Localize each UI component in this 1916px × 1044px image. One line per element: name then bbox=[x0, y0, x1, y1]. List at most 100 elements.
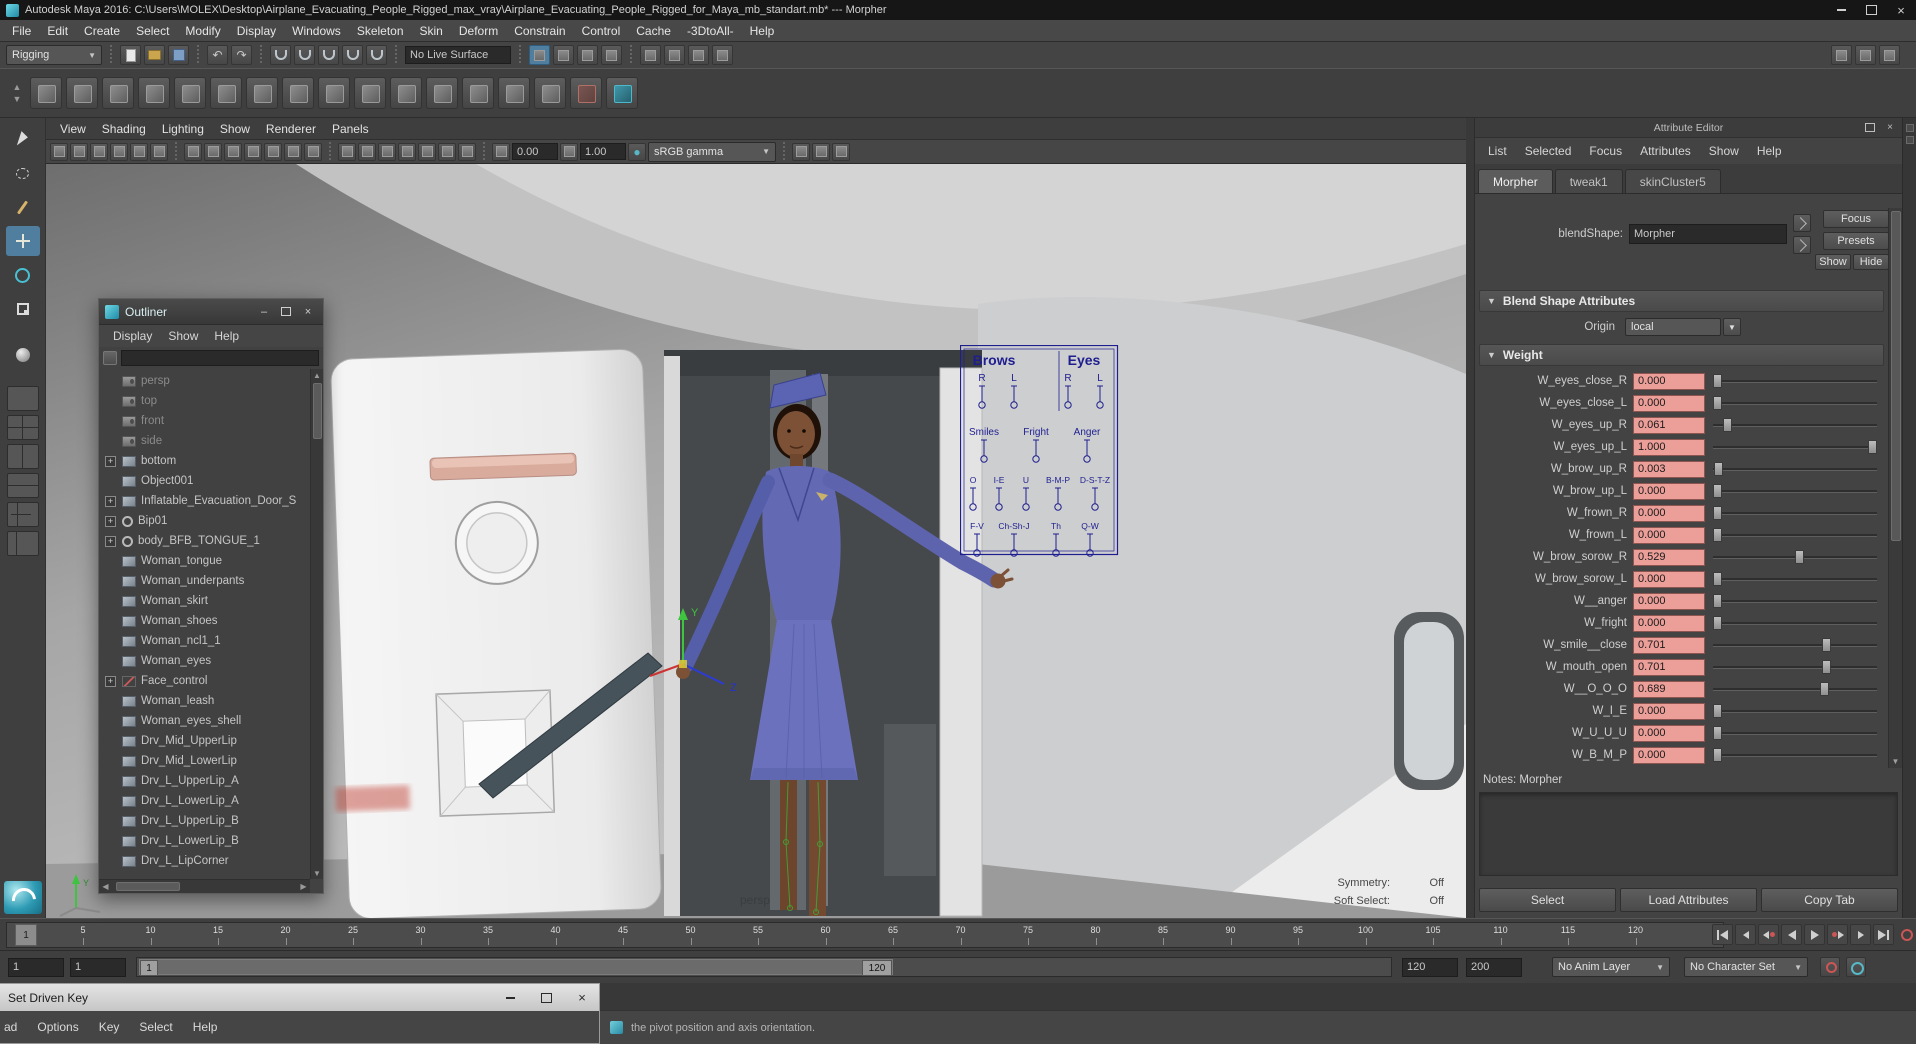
outliner-item-woman-tongue[interactable]: Woman_tongue bbox=[99, 551, 310, 571]
safe-title-icon[interactable] bbox=[304, 142, 322, 161]
anim-layer-dropdown[interactable]: No Anim Layer ▼ bbox=[1552, 957, 1670, 977]
menu-edit[interactable]: Edit bbox=[39, 20, 76, 42]
single-pane-layout-icon[interactable] bbox=[6, 386, 39, 411]
menu-select[interactable]: Select bbox=[128, 20, 177, 42]
go-start-icon[interactable] bbox=[1712, 924, 1733, 945]
play-backward-icon[interactable] bbox=[1781, 924, 1802, 945]
live-surface-field[interactable]: No Live Surface bbox=[405, 46, 511, 64]
weight-value-field[interactable] bbox=[1633, 636, 1705, 654]
snap-to-point-icon[interactable] bbox=[318, 45, 339, 65]
float-panel-icon[interactable] bbox=[1862, 120, 1878, 135]
scroll-down-icon[interactable]: ▼ bbox=[1892, 754, 1900, 768]
grid-icon[interactable] bbox=[184, 142, 202, 161]
attribute-editor-toggle-icon[interactable] bbox=[1831, 45, 1852, 65]
animation-start-field[interactable] bbox=[8, 957, 64, 977]
outliner-item-woman-eyes[interactable]: Woman_eyes bbox=[99, 651, 310, 671]
gamma-icon[interactable] bbox=[560, 142, 578, 161]
outliner-item-woman-underpants[interactable]: Woman_underpants bbox=[99, 571, 310, 591]
oversampling-icon[interactable] bbox=[150, 142, 168, 161]
gamma-field[interactable] bbox=[580, 143, 626, 160]
face-control-slider-handle[interactable] bbox=[1022, 503, 1030, 511]
redo-icon[interactable]: ↷ bbox=[231, 45, 252, 65]
time-slider-track[interactable]: 1 5 10 15 20 25 30 35 40 45 50 55 60 65 70 75 80 85 90 95 1… bbox=[6, 922, 1724, 948]
resolution-gate-icon[interactable] bbox=[224, 142, 242, 161]
face-control-slider-handle[interactable] bbox=[1032, 455, 1040, 463]
snap-to-grid-icon[interactable] bbox=[270, 45, 291, 65]
weight-value-field[interactable] bbox=[1633, 614, 1705, 632]
film-gate-icon[interactable] bbox=[204, 142, 222, 161]
menu-windows[interactable]: Windows bbox=[284, 20, 349, 42]
slider-handle[interactable] bbox=[1713, 616, 1722, 630]
expand-icon[interactable]: + bbox=[105, 535, 116, 547]
weight-slider[interactable] bbox=[1713, 548, 1877, 566]
menu-deform[interactable]: Deform bbox=[451, 20, 506, 42]
selection-mask-component-icon[interactable] bbox=[601, 45, 622, 65]
set-driven-key-icon[interactable] bbox=[534, 77, 566, 109]
field-chart-icon[interactable] bbox=[264, 142, 282, 161]
focus-button[interactable]: Focus bbox=[1823, 210, 1889, 228]
select-button[interactable]: Select bbox=[1479, 888, 1616, 912]
weight-value-field[interactable] bbox=[1633, 482, 1705, 500]
range-slider-track[interactable]: 1 120 bbox=[136, 957, 1392, 977]
menu-modify[interactable]: Modify bbox=[177, 20, 228, 42]
motion-blur-icon[interactable] bbox=[458, 142, 476, 161]
snap-to-curve-icon[interactable] bbox=[294, 45, 315, 65]
ae-menu-help[interactable]: Help bbox=[1748, 140, 1791, 162]
outliner-persp-layout-icon[interactable] bbox=[6, 531, 39, 556]
joint-tool-icon[interactable] bbox=[30, 77, 62, 109]
animation-end-field[interactable] bbox=[1466, 957, 1522, 977]
skin-bind-icon[interactable] bbox=[318, 77, 350, 109]
slider-handle[interactable] bbox=[1713, 748, 1722, 762]
color-management-icon[interactable]: ● bbox=[628, 142, 646, 161]
blendshape-name-field[interactable] bbox=[1629, 224, 1787, 244]
face-control-slider-handle[interactable] bbox=[1083, 455, 1091, 463]
face-control-board[interactable]: Brows Eyes R L R L Smiles Fright Anger O I-E U B-M-P… bbox=[960, 345, 1120, 557]
2d-pan-zoom-icon[interactable] bbox=[130, 142, 148, 161]
weight-value-field[interactable] bbox=[1633, 416, 1705, 434]
vp-menu-panels[interactable]: Panels bbox=[324, 118, 377, 140]
face-control-slider-handle[interactable] bbox=[980, 455, 988, 463]
maximize-icon[interactable] bbox=[277, 304, 295, 320]
animation-preferences-icon[interactable] bbox=[1846, 957, 1866, 977]
selection-mask-object-icon[interactable] bbox=[577, 45, 598, 65]
rotate-tool-icon[interactable] bbox=[6, 260, 40, 290]
close-icon[interactable]: × bbox=[1882, 120, 1898, 135]
highlight-selection-icon[interactable] bbox=[529, 45, 550, 65]
vp-menu-view[interactable]: View bbox=[52, 118, 94, 140]
isolate-select-icon[interactable] bbox=[792, 142, 810, 161]
outliner-item-drv-l-lowerlip-b[interactable]: Drv_L_LowerLip_B bbox=[99, 831, 310, 851]
bookmark-icon[interactable] bbox=[90, 142, 108, 161]
sdk-menu-help[interactable]: Help bbox=[183, 1020, 228, 1034]
outliner-item-drv-l-upperlip-b[interactable]: Drv_L_UpperLip_B bbox=[99, 811, 310, 831]
slider-handle[interactable] bbox=[1819, 682, 1829, 696]
right-dock-strip[interactable] bbox=[1902, 118, 1916, 918]
weight-value-field[interactable] bbox=[1633, 592, 1705, 610]
outliner-item-drv-l-lipcorner[interactable]: Drv_L_LipCorner bbox=[99, 851, 310, 871]
vp-menu-show[interactable]: Show bbox=[212, 118, 258, 140]
range-end-handle[interactable]: 120 bbox=[862, 960, 892, 976]
attribute-scrollbar[interactable]: ▼ bbox=[1888, 208, 1902, 768]
ae-menu-attributes[interactable]: Attributes bbox=[1631, 140, 1700, 162]
screen-space-ao-icon[interactable] bbox=[438, 142, 456, 161]
render-settings-icon[interactable] bbox=[712, 45, 733, 65]
sdk-menu-ad[interactable]: ad bbox=[2, 1020, 27, 1034]
outliner-titlebar[interactable]: Outliner – × bbox=[99, 299, 323, 325]
scale-tool-icon[interactable] bbox=[6, 294, 40, 324]
outliner-item-inflatable-evacuation-door-s[interactable]: + Inflatable_Evacuation_Door_S bbox=[99, 491, 310, 511]
section-weight[interactable]: ▼ Weight bbox=[1479, 344, 1884, 366]
scroll-up-icon[interactable]: ▲ bbox=[311, 369, 324, 381]
origin-dropdown[interactable]: local bbox=[1625, 318, 1721, 336]
textured-icon[interactable] bbox=[378, 142, 396, 161]
weight-slider[interactable] bbox=[1713, 526, 1877, 544]
constraint-orient-icon[interactable] bbox=[246, 77, 278, 109]
slider-handle[interactable] bbox=[1868, 440, 1877, 454]
render-icon[interactable] bbox=[664, 45, 685, 65]
ae-menu-list[interactable]: List bbox=[1479, 140, 1516, 162]
image-plane-icon[interactable] bbox=[110, 142, 128, 161]
weight-slider[interactable] bbox=[1713, 394, 1877, 412]
menu-cache[interactable]: Cache bbox=[628, 20, 679, 42]
slider-handle[interactable] bbox=[1713, 506, 1722, 520]
weight-slider[interactable] bbox=[1713, 592, 1877, 610]
outliner-item-woman-shoes[interactable]: Woman_shoes bbox=[99, 611, 310, 631]
slider-handle[interactable] bbox=[1821, 660, 1831, 674]
